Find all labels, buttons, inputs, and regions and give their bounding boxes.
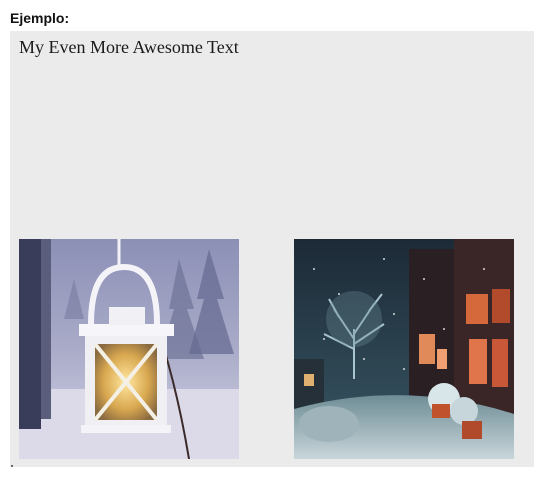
example-panel: My Even More Awesome Text (10, 31, 534, 467)
lantern-image-svg (19, 239, 239, 459)
winter-lantern-photo (19, 239, 239, 459)
corner-marker (11, 465, 13, 467)
example-label: Ejemplo: (10, 10, 70, 26)
snowy-street-night-photo (294, 239, 514, 459)
panel-text: My Even More Awesome Text (19, 37, 239, 57)
street-image-svg (294, 239, 514, 459)
